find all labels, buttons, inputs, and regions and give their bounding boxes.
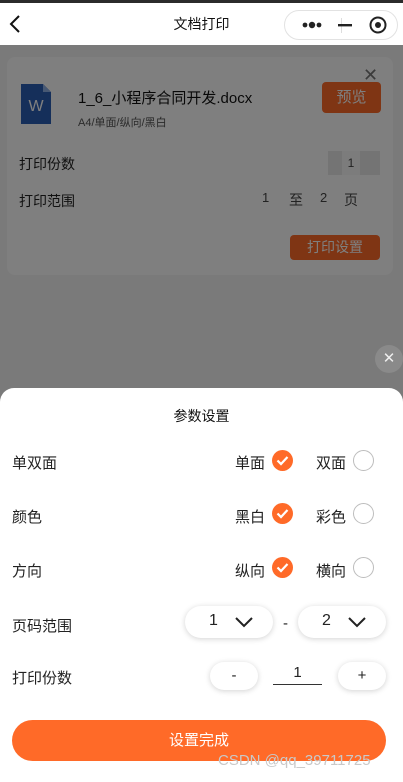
range-separator: - (283, 615, 288, 632)
orientation-label: 方向 (12, 563, 43, 580)
sheet-title: 参数设置 (173, 408, 230, 424)
unchecked-icon[interactable] (353, 557, 374, 578)
copies-label: 打印份数 (12, 670, 73, 687)
more-dots-icon[interactable] (295, 15, 329, 35)
unchecked-icon[interactable] (353, 503, 374, 524)
chevron-down-icon (348, 617, 366, 628)
checked-icon[interactable] (272, 503, 293, 524)
portrait-option[interactable]: 纵向 (235, 560, 265, 581)
range-to-select[interactable]: 2 (298, 606, 386, 638)
color-label: 颜色 (12, 509, 43, 526)
navigation-bar: 文档打印 (0, 3, 403, 45)
double-sided-option[interactable]: 双面 (316, 452, 346, 473)
close-circle-icon[interactable]: ✕ (375, 345, 403, 373)
unchecked-icon[interactable] (353, 450, 374, 471)
range-from-select[interactable]: 1 (185, 606, 273, 638)
checked-icon[interactable] (272, 557, 293, 578)
target-circle-icon[interactable] (367, 15, 389, 35)
increment-button[interactable]: + (338, 662, 386, 690)
settings-sheet: 参数设置 单双面 单面 双面 颜色 黑白 彩色 方向 纵向 横向 页码范围 1 … (0, 388, 403, 782)
minus-icon[interactable] (332, 15, 358, 35)
color-option[interactable]: 彩色 (316, 506, 346, 527)
chevron-down-icon (235, 617, 253, 628)
range-from-value: 1 (209, 612, 218, 629)
range-to-value: 2 (322, 612, 331, 629)
watermark-text: CSDN @qq_39711725 (218, 752, 371, 769)
landscape-option[interactable]: 横向 (316, 560, 346, 581)
decrement-button[interactable]: - (210, 662, 258, 690)
black-white-option[interactable]: 黑白 (235, 506, 265, 527)
mini-program-capsule (284, 10, 398, 40)
checked-icon[interactable] (272, 450, 293, 471)
sides-label: 单双面 (12, 455, 58, 472)
copies-input[interactable]: 1 (273, 664, 322, 685)
page-range-label: 页码范围 (12, 618, 73, 635)
single-sided-option[interactable]: 单面 (235, 452, 265, 473)
